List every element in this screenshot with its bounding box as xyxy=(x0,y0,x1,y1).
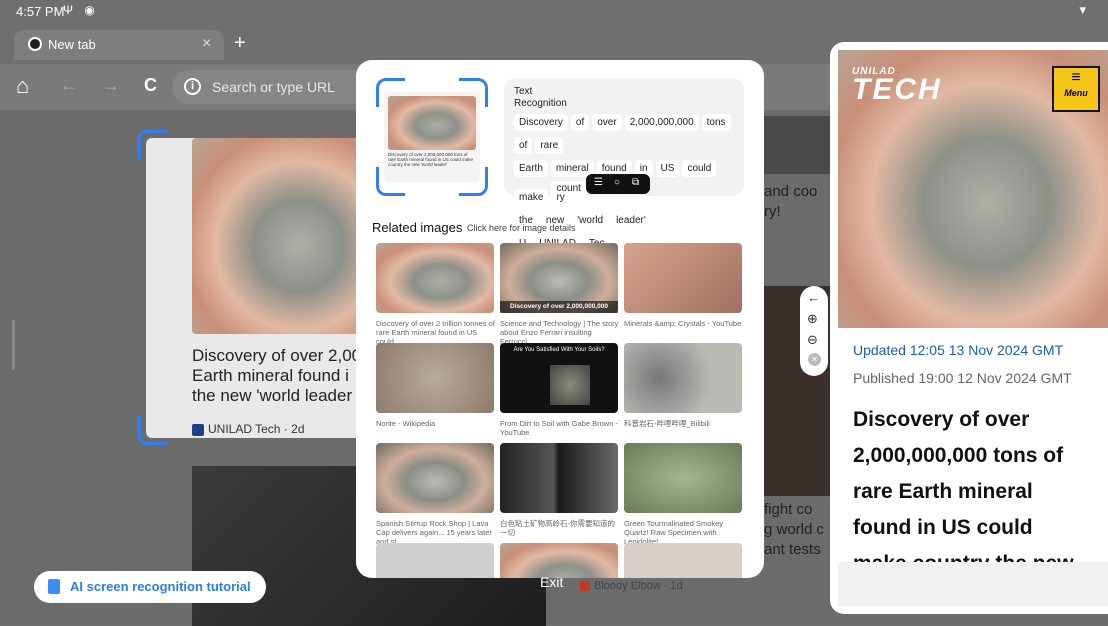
status-time: 4:57 PM xyxy=(16,4,65,19)
related-images-heading: Related images xyxy=(372,220,463,235)
word-chip[interactable]: 'world xyxy=(572,212,609,229)
word-chip[interactable]: 2,000,000,000 xyxy=(624,114,699,131)
related-image[interactable]: Discovery of over 2,000,000,000 xyxy=(500,243,618,313)
new-tab-button[interactable]: + xyxy=(234,32,246,55)
word-chip[interactable]: rare xyxy=(535,137,564,154)
unilad-tech-logo[interactable]: UNILAD TECH xyxy=(852,66,942,105)
tutorial-button[interactable]: AI screen recognition tutorial xyxy=(34,571,266,603)
related-image[interactable] xyxy=(500,443,618,513)
related-caption: Spanish Stirrup Rock Shop | Lava Cap del… xyxy=(376,519,492,546)
status-icons: Ψ ◉ xyxy=(63,3,99,17)
image-overlay-text: Are You Satisfied With Your Soils? xyxy=(513,347,605,353)
bloody-elbow-icon xyxy=(580,581,590,592)
word-chip[interactable]: US xyxy=(655,160,680,177)
zoom-controls: ← ⊕ ⊖ ✕ xyxy=(800,286,828,376)
related-caption: 科普岩石-哔哩哔哩_Bilibili xyxy=(624,419,710,428)
recognition-panel: Discovery of over 2,000,000,000 tons of … xyxy=(356,60,764,578)
published-date: Published 19:00 12 Nov 2024 GMT xyxy=(853,370,1072,386)
back-icon[interactable]: ← xyxy=(60,75,78,96)
corner-icon xyxy=(376,78,405,107)
related-image[interactable] xyxy=(624,343,742,413)
document-icon xyxy=(48,579,60,594)
article-headline: Discovery of over 2,000,000,000 tons of … xyxy=(853,408,1074,575)
related-caption: Discovery of over 2 trillion tonnes of r… xyxy=(376,319,495,346)
word-chip[interactable]: over xyxy=(592,114,622,131)
word-chip[interactable]: Earth xyxy=(514,160,548,177)
related-image[interactable] xyxy=(500,543,618,578)
url-placeholder[interactable]: Search or type URL xyxy=(212,79,335,95)
image-overlay-text: Discovery of over 2,000,000,000 xyxy=(500,301,618,313)
zoom-out-icon[interactable]: ⊖ xyxy=(807,332,818,348)
preview-caption: Discovery of over 2,000,000,000 tons of … xyxy=(388,152,474,167)
corner-icon xyxy=(376,167,405,196)
close-tab-icon[interactable]: × xyxy=(202,35,211,53)
wifi-icon: ▾ xyxy=(1079,2,1086,17)
forward-icon[interactable]: → xyxy=(102,75,120,96)
selection-corner-icon xyxy=(138,416,167,445)
word-chip[interactable]: Discovery xyxy=(514,114,568,131)
article-footer-bar xyxy=(838,562,1108,606)
related-image[interactable] xyxy=(376,243,494,313)
related-caption: Science and Technology | The story about… xyxy=(500,319,619,346)
thumbnail-image xyxy=(764,116,830,174)
tab-new-tab[interactable]: New tab × xyxy=(14,30,224,60)
related-image[interactable] xyxy=(376,343,494,413)
related-image[interactable]: Are You Satisfied With Your Soils? xyxy=(500,343,618,413)
search-icon[interactable]: ○ xyxy=(614,177,620,188)
preview-area[interactable]: Discovery of over 2,000,000,000 tons of … xyxy=(376,78,488,196)
word-chip[interactable]: tons xyxy=(701,114,731,131)
back-icon[interactable]: ← xyxy=(807,290,820,305)
card-source: UNILAD Tech · 2d xyxy=(192,422,305,436)
word-chip[interactable]: of xyxy=(570,114,590,131)
soil-samples xyxy=(550,365,590,405)
related-image[interactable] xyxy=(624,543,742,578)
related-caption: Green Tourmalinated Smokey Quartz! Raw S… xyxy=(624,519,724,546)
related-image[interactable] xyxy=(376,543,494,578)
selection-corner-icon xyxy=(138,130,167,159)
word-chip[interactable]: could xyxy=(682,160,717,177)
text-recognition-box: Text Recognition Discovery of over 2,000,00… xyxy=(504,78,744,252)
corner-icon xyxy=(459,167,488,196)
close-icon[interactable]: ✕ xyxy=(808,353,821,366)
status-bar: 4:57 PM Ψ ◉ ▾ xyxy=(0,0,1108,24)
article-panel: UNILAD TECH ≡ Menu Updated 12:05 13 Nov … xyxy=(830,42,1108,614)
tutorial-label: AI screen recognition tutorial xyxy=(70,579,251,594)
exit-button[interactable]: Exit xyxy=(540,574,563,590)
related-images-hint[interactable]: Click here for image details xyxy=(467,223,576,233)
related-image[interactable] xyxy=(624,243,742,313)
tab-label: New tab xyxy=(48,37,96,52)
hamburger-icon: ≡ xyxy=(1071,69,1081,86)
zoom-in-icon[interactable]: ⊕ xyxy=(807,311,818,327)
home-icon[interactable]: ⌂ xyxy=(16,73,29,99)
list-icon[interactable]: ☰ xyxy=(594,177,603,188)
related-image[interactable] xyxy=(624,443,742,513)
bottom-source: Bloody Elbow · 1d xyxy=(580,580,683,592)
snippet-text: fight co g world c ant tests xyxy=(764,501,825,558)
related-caption: 白色粘土矿物高岭石-你需要知道的一切 xyxy=(500,519,615,537)
snippet-text: and coo ry! xyxy=(764,183,818,220)
word-chip[interactable]: leader' xyxy=(611,212,651,229)
related-image[interactable] xyxy=(376,443,494,513)
corner-icon xyxy=(459,78,488,107)
edge-handle[interactable] xyxy=(12,320,15,370)
text-tools: ☰ ○ ⧉ xyxy=(586,174,650,194)
text-recognition-title: Text Recognition xyxy=(514,86,567,109)
word-chip[interactable]: count ry xyxy=(551,181,588,205)
article-card[interactable]: Discovery of over 2,00 Earth mineral fou… xyxy=(146,138,386,438)
chrome-icon xyxy=(28,37,42,51)
info-icon[interactable]: i xyxy=(184,78,201,95)
related-caption: Norite - Wikipedia xyxy=(376,419,436,428)
reload-icon[interactable]: C xyxy=(144,75,157,96)
unilad-logo-icon xyxy=(192,423,204,436)
updated-date: Updated 12:05 13 Nov 2024 GMT xyxy=(853,342,1064,358)
word-chip[interactable]: of xyxy=(514,137,533,154)
word-chip[interactable]: make xyxy=(514,189,549,206)
related-caption: Minerals &amp; Crystals - YouTube xyxy=(624,319,742,328)
copy-icon[interactable]: ⧉ xyxy=(632,177,639,188)
menu-button[interactable]: ≡ Menu xyxy=(1052,66,1100,112)
related-caption: From Dirt to Soil with Gabe Brown - YouT… xyxy=(500,419,618,437)
